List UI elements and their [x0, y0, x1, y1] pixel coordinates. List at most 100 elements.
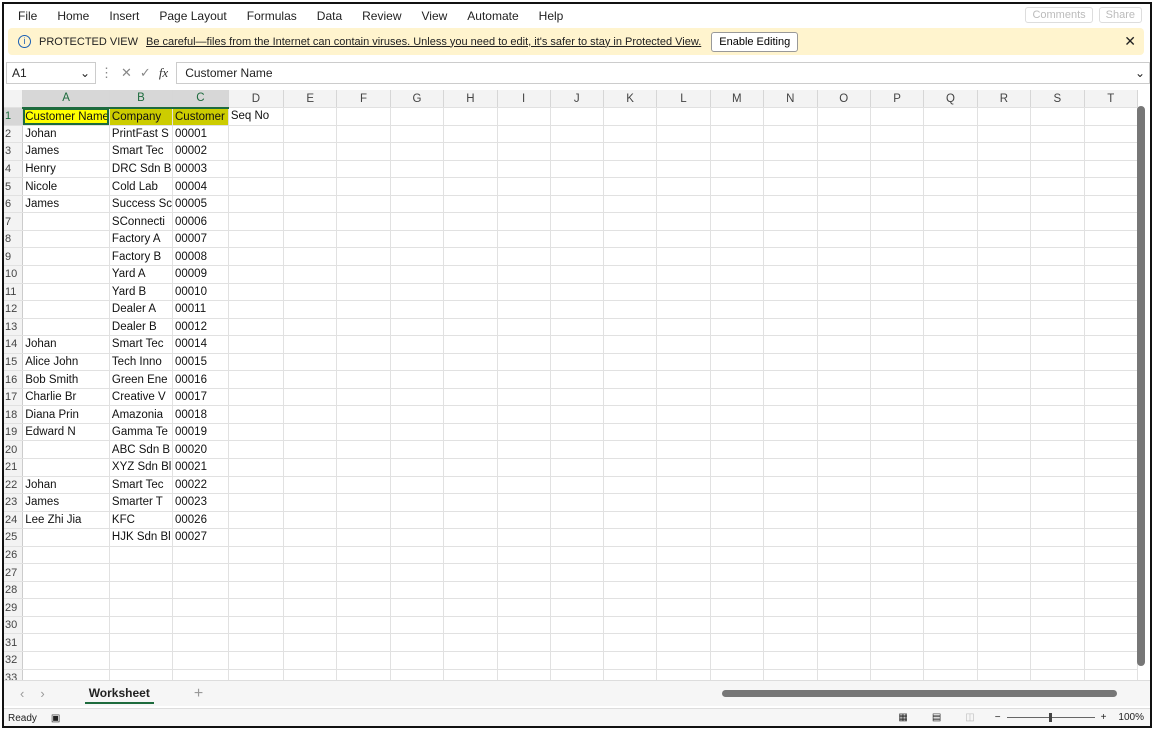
- cell-A25[interactable]: [22, 528, 110, 547]
- cell-L6[interactable]: [656, 195, 711, 214]
- cell-O16[interactable]: [817, 370, 871, 389]
- zoom-slider[interactable]: [1006, 713, 1095, 722]
- cell-A26[interactable]: [22, 546, 110, 565]
- cell-B14[interactable]: Smart Tec: [109, 335, 174, 354]
- cell-B19[interactable]: Gamma Te: [109, 423, 174, 442]
- column-header-Q[interactable]: Q: [923, 90, 978, 109]
- cell-E18[interactable]: [283, 405, 338, 424]
- cell-R7[interactable]: [977, 212, 1032, 231]
- cell-S10[interactable]: [1030, 265, 1085, 284]
- enable-editing-button[interactable]: Enable Editing: [711, 31, 799, 52]
- cell-A19[interactable]: Edward N: [22, 423, 110, 442]
- cell-R32[interactable]: [977, 651, 1032, 670]
- cell-A16[interactable]: Bob Smith: [22, 370, 110, 389]
- cell-O24[interactable]: [817, 511, 871, 530]
- cell-R21[interactable]: [977, 458, 1032, 477]
- cell-L25[interactable]: [656, 528, 711, 547]
- cell-F26[interactable]: [336, 546, 391, 565]
- cell-F18[interactable]: [336, 405, 391, 424]
- cell-Q10[interactable]: [923, 265, 978, 284]
- cell-Q17[interactable]: [923, 388, 978, 407]
- cell-C9[interactable]: 00008: [172, 247, 229, 266]
- row-header[interactable]: 12: [4, 300, 24, 319]
- add-sheet-icon[interactable]: +: [194, 685, 203, 703]
- menu-formulas[interactable]: Formulas: [247, 9, 297, 23]
- cell-C26[interactable]: [172, 546, 229, 565]
- cell-Q23[interactable]: [923, 493, 978, 512]
- cell-Q28[interactable]: [923, 581, 978, 600]
- cell-A4[interactable]: Henry: [22, 160, 110, 179]
- column-header-N[interactable]: N: [763, 90, 818, 109]
- cell-L14[interactable]: [656, 335, 711, 354]
- cell-N22[interactable]: [763, 476, 818, 495]
- cell-L16[interactable]: [656, 370, 711, 389]
- cell-I24[interactable]: [497, 511, 551, 530]
- row-header[interactable]: 16: [4, 370, 24, 389]
- cell-J27[interactable]: [550, 563, 604, 582]
- cell-K32[interactable]: [603, 651, 658, 670]
- cell-D18[interactable]: [228, 405, 285, 424]
- cell-G4[interactable]: [390, 160, 445, 179]
- cell-N29[interactable]: [763, 598, 818, 617]
- cell-H24[interactable]: [443, 511, 498, 530]
- cell-B33[interactable]: [109, 669, 174, 680]
- cell-B26[interactable]: [109, 546, 174, 565]
- cell-O22[interactable]: [817, 476, 871, 495]
- cell-N17[interactable]: [763, 388, 818, 407]
- row-header[interactable]: 13: [4, 318, 24, 337]
- cell-E14[interactable]: [283, 335, 338, 354]
- cell-L26[interactable]: [656, 546, 711, 565]
- cell-R29[interactable]: [977, 598, 1032, 617]
- cell-O9[interactable]: [817, 247, 871, 266]
- cell-G3[interactable]: [390, 142, 445, 161]
- cell-H31[interactable]: [443, 633, 498, 652]
- cell-R16[interactable]: [977, 370, 1032, 389]
- cell-I27[interactable]: [497, 563, 551, 582]
- cell-J6[interactable]: [550, 195, 604, 214]
- cell-C7[interactable]: 00006: [172, 212, 229, 231]
- cell-P4[interactable]: [870, 160, 925, 179]
- row-header[interactable]: 24: [4, 511, 24, 530]
- cell-B16[interactable]: Green Ene: [109, 370, 174, 389]
- cell-G22[interactable]: [390, 476, 445, 495]
- cell-I2[interactable]: [497, 125, 551, 144]
- cell-H17[interactable]: [443, 388, 498, 407]
- cell-G31[interactable]: [390, 633, 445, 652]
- cell-A30[interactable]: [22, 616, 110, 635]
- cell-R26[interactable]: [977, 546, 1032, 565]
- cell-I28[interactable]: [497, 581, 551, 600]
- cell-J9[interactable]: [550, 247, 604, 266]
- cell-F20[interactable]: [336, 440, 391, 459]
- cell-A27[interactable]: [22, 563, 110, 582]
- cell-B25[interactable]: HJK Sdn Bl: [109, 528, 174, 547]
- cell-C19[interactable]: 00019: [172, 423, 229, 442]
- cell-M27[interactable]: [710, 563, 765, 582]
- cell-F13[interactable]: [336, 318, 391, 337]
- cell-P15[interactable]: [870, 353, 925, 372]
- cell-H7[interactable]: [443, 212, 498, 231]
- cell-R27[interactable]: [977, 563, 1032, 582]
- cell-F9[interactable]: [336, 247, 391, 266]
- cell-E7[interactable]: [283, 212, 338, 231]
- cell-S20[interactable]: [1030, 440, 1085, 459]
- cell-P5[interactable]: [870, 177, 925, 196]
- cell-S8[interactable]: [1030, 230, 1085, 249]
- cell-C22[interactable]: 00022: [172, 476, 229, 495]
- cell-A5[interactable]: Nicole: [22, 177, 110, 196]
- cell-M23[interactable]: [710, 493, 765, 512]
- cell-O10[interactable]: [817, 265, 871, 284]
- row-header[interactable]: 17: [4, 388, 24, 407]
- cell-K17[interactable]: [603, 388, 658, 407]
- cell-C10[interactable]: 00009: [172, 265, 229, 284]
- cell-O27[interactable]: [817, 563, 871, 582]
- cell-I9[interactable]: [497, 247, 551, 266]
- cell-K16[interactable]: [603, 370, 658, 389]
- select-all-button[interactable]: [4, 90, 24, 109]
- column-header-R[interactable]: R: [977, 90, 1032, 109]
- cell-B15[interactable]: Tech Inno: [109, 353, 174, 372]
- cell-K28[interactable]: [603, 581, 658, 600]
- cell-J8[interactable]: [550, 230, 604, 249]
- cell-T13[interactable]: [1084, 318, 1138, 337]
- column-header-T[interactable]: T: [1084, 90, 1138, 109]
- cell-J20[interactable]: [550, 440, 604, 459]
